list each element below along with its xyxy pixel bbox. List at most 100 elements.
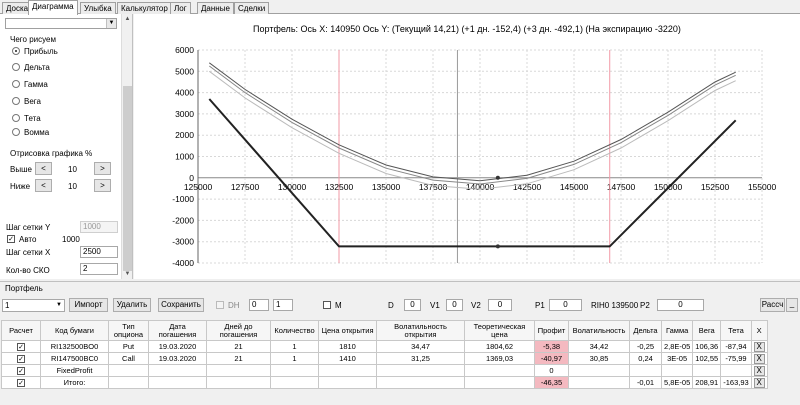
grid-x-input[interactable]: 2500 [80, 246, 118, 258]
dh-minutes-stepper[interactable]: 1 [273, 299, 293, 311]
profit-cell[interactable]: 0 [534, 364, 569, 377]
extra-button[interactable]: _ [786, 298, 798, 312]
above-increase-button[interactable]: > [94, 162, 111, 175]
table-cell[interactable]: FixedProfit [40, 364, 109, 377]
col-header-days[interactable]: Дней до погашения [206, 320, 271, 341]
table-cell[interactable]: -0,01 [629, 376, 662, 389]
dh-checkbox[interactable] [216, 301, 224, 309]
table-cell[interactable] [318, 364, 377, 377]
above-decrease-button[interactable]: < [35, 162, 52, 175]
radio-indicator[interactable] [12, 128, 20, 136]
import-button[interactable]: Импорт [69, 298, 108, 312]
table-cell[interactable]: -87,94 [720, 340, 752, 353]
table-cell[interactable]: Call [108, 352, 149, 365]
remove-row-button[interactable]: X [753, 365, 765, 376]
radio-indicator[interactable] [12, 97, 20, 105]
profit-cell[interactable]: -40,97 [534, 352, 569, 365]
table-cell[interactable] [568, 364, 630, 377]
table-cell[interactable]: 19.03.2020 [148, 352, 207, 365]
payoff-chart[interactable]: 6000500040003000200010000-1000-2000-3000… [134, 14, 800, 279]
delete-button[interactable]: Удалить [113, 298, 151, 312]
col-header-gamma[interactable]: Гамма [660, 320, 694, 341]
table-cell[interactable]: 30,85 [568, 352, 630, 365]
radio-indicator[interactable] [12, 47, 20, 55]
table-cell[interactable]: 1410 [318, 352, 377, 365]
table-cell[interactable] [692, 364, 722, 377]
table-cell[interactable]: 1 [270, 352, 319, 365]
table-cell[interactable] [720, 364, 752, 377]
tab-smile[interactable]: Улыбка [80, 2, 116, 14]
table-cell[interactable]: 3E-05 [660, 352, 694, 365]
table-cell[interactable] [376, 364, 465, 377]
chevron-down-icon[interactable]: ▼ [106, 19, 116, 28]
table-cell[interactable]: -163,93 [720, 376, 752, 389]
table-row[interactable]: ✓ FixedProfit 0 X [1, 364, 768, 377]
table-cell[interactable] [108, 376, 149, 389]
chart-source-select[interactable]: ▼ [5, 18, 117, 29]
radio-theta[interactable]: Тета [12, 113, 41, 124]
table-cell[interactable] [629, 364, 662, 377]
table-cell[interactable]: Put [108, 340, 149, 353]
table-cell[interactable] [464, 364, 535, 377]
radio-profit[interactable]: Прибыль [12, 46, 58, 57]
table-row-total[interactable]: ✓ Итого: -46,35 -0,01 5,8E-05 208,91 -16… [1, 376, 768, 389]
d-input[interactable]: 0 [404, 299, 421, 311]
table-cell[interactable] [270, 376, 319, 389]
table-cell[interactable]: 1804,62 [464, 340, 535, 353]
col-header-expiry[interactable]: Дата погашения [148, 320, 207, 341]
scroll-up-icon[interactable]: ▲ [122, 14, 133, 24]
radio-gamma[interactable]: Гамма [12, 79, 48, 90]
table-cell[interactable]: 1810 [318, 340, 377, 353]
radio-indicator[interactable] [12, 63, 20, 71]
table-cell[interactable] [108, 364, 149, 377]
table-cell[interactable]: -75,99 [720, 352, 752, 365]
table-cell[interactable]: 34,47 [376, 340, 465, 353]
radio-vomma[interactable]: Вомма [12, 127, 49, 138]
col-header-qty[interactable]: Количество [270, 320, 319, 341]
table-cell[interactable]: 1 [270, 340, 319, 353]
table-cell[interactable]: 19.03.2020 [148, 340, 207, 353]
scrollbar-thumb[interactable] [123, 86, 132, 271]
settings-scrollbar[interactable]: ▲ ▼ [121, 14, 132, 279]
tab-diagram[interactable]: Диаграмма [28, 0, 78, 15]
col-header-calc[interactable]: Расчет [1, 320, 41, 341]
calc-checkbox[interactable]: ✓ [17, 379, 25, 387]
table-cell[interactable]: 5,8E-05 [660, 376, 694, 389]
table-cell[interactable] [464, 376, 535, 389]
remove-row-button[interactable]: X [753, 341, 765, 352]
col-header-vega[interactable]: Вега [692, 320, 722, 341]
table-cell[interactable]: RI132500BO0 [40, 340, 109, 353]
table-cell[interactable] [206, 376, 271, 389]
m-checkbox[interactable] [323, 301, 331, 309]
col-header-theta[interactable]: Тета [720, 320, 752, 341]
radio-vega[interactable]: Вега [12, 96, 41, 107]
table-cell[interactable] [270, 364, 319, 377]
col-header-open-vol[interactable]: Волатильность открытия [376, 320, 465, 341]
dh-hours-stepper[interactable]: 0 [249, 299, 269, 311]
table-cell[interactable]: -0,25 [629, 340, 662, 353]
col-header-theor-price[interactable]: Теоретическая цена [464, 320, 535, 341]
sko-input[interactable]: 2 [80, 263, 118, 275]
table-row[interactable]: ✓ RI132500BO0 Put 19.03.2020 21 1 1810 3… [1, 340, 768, 353]
calculate-button[interactable]: Рассч [760, 298, 785, 312]
p1-input[interactable]: 0 [549, 299, 582, 311]
table-cell[interactable]: 21 [206, 340, 271, 353]
table-cell[interactable] [660, 364, 694, 377]
grid-y-input[interactable]: 1000 [80, 221, 118, 233]
col-header-type[interactable]: Тип опциона [108, 320, 149, 341]
table-cell[interactable] [568, 376, 630, 389]
calc-checkbox[interactable]: ✓ [17, 367, 25, 375]
table-cell[interactable]: 102,55 [692, 352, 722, 365]
tab-data[interactable]: Данные [197, 2, 234, 14]
radio-indicator[interactable] [12, 114, 20, 122]
radio-delta[interactable]: Дельта [12, 62, 50, 73]
table-cell[interactable]: 1369,03 [464, 352, 535, 365]
radio-indicator[interactable] [12, 80, 20, 88]
col-header-profit[interactable]: Профит [534, 320, 569, 341]
col-header-remove[interactable]: X [750, 320, 768, 341]
col-header-delta[interactable]: Дельта [629, 320, 662, 341]
table-cell[interactable]: 2,8E-05 [660, 340, 694, 353]
profit-cell[interactable]: -5,38 [534, 340, 569, 353]
auto-checkbox[interactable]: ✓ [7, 235, 15, 243]
table-cell[interactable] [376, 376, 465, 389]
